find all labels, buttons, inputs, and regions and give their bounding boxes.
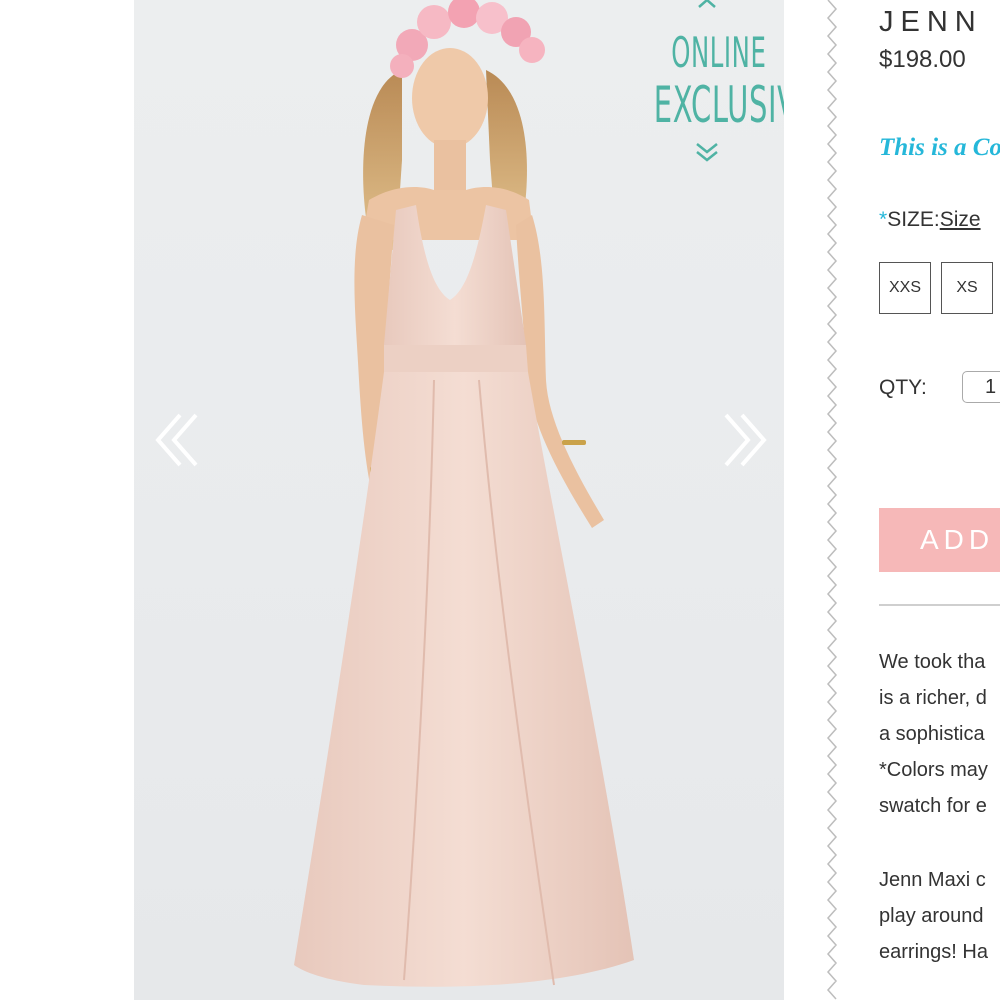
description-line: is a richer, d xyxy=(879,687,987,709)
badge-line2: EXCLUSIVE xyxy=(653,76,784,134)
promo-text: This is a Co xyxy=(879,134,1000,161)
product-title: JENN M xyxy=(879,6,1000,38)
add-to-bag-button[interactable]: ADD xyxy=(879,508,1000,572)
online-exclusive-badge: ONLINE EXCLUSIVE xyxy=(646,0,784,170)
description-line: swatch for e xyxy=(879,795,987,817)
required-marker: * xyxy=(879,208,888,231)
size-label-text: SIZE: xyxy=(887,208,940,231)
description-line: play around xyxy=(879,905,984,927)
chevron-up-icon xyxy=(698,0,716,8)
chevron-left-icon xyxy=(155,413,198,467)
quantity-input[interactable] xyxy=(962,371,1000,403)
badge-line1: ONLINE xyxy=(671,28,767,77)
size-option-xxs[interactable]: XXS xyxy=(879,262,931,314)
divider xyxy=(879,604,1000,606)
qty-label: QTY: xyxy=(879,376,927,399)
chevron-down-icon xyxy=(696,143,718,162)
chevron-right-icon xyxy=(724,413,767,467)
size-chart-link[interactable]: Size xyxy=(940,208,981,231)
description-line: *Colors may xyxy=(879,759,988,781)
previous-image-button[interactable] xyxy=(150,405,210,475)
description-paragraph-2: Jenn Maxi c play around earrings! Ha xyxy=(879,862,988,970)
size-label: *SIZE:Size xyxy=(879,208,981,232)
product-image-gallery: ONLINE EXCLUSIVE xyxy=(134,0,784,1000)
product-info-panel: JENN M $198.00 This is a Co *SIZE:Size X… xyxy=(879,0,1000,1000)
description-line: earrings! Ha xyxy=(879,941,988,963)
product-price: $198.00 xyxy=(879,46,966,73)
next-image-button[interactable] xyxy=(712,405,772,475)
size-option-xs[interactable]: XS xyxy=(941,262,993,314)
description-paragraph-1: We took tha is a richer, d a sophistica … xyxy=(879,644,988,824)
description-line: Jenn Maxi c xyxy=(879,869,986,891)
description-line: We took tha xyxy=(879,651,986,673)
zigzag-divider xyxy=(826,0,838,1000)
description-line: a sophistica xyxy=(879,723,985,745)
